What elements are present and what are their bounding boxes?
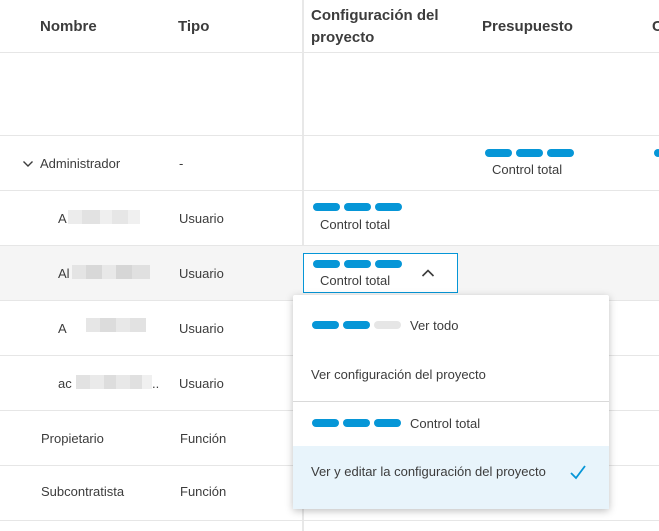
row-name: Propietario	[41, 431, 104, 446]
row-type: Función	[180, 484, 227, 499]
permission-select[interactable]: Control total	[303, 253, 458, 293]
row-name: Subcontratista	[41, 484, 125, 499]
column-header-type[interactable]: Tipo	[178, 18, 209, 35]
dropdown-option-view-edit-config[interactable]: Ver y editar la configuración del proyec…	[293, 446, 609, 509]
row-name: A	[58, 211, 67, 226]
dropdown-option-view-config[interactable]: Ver configuración del proyecto	[293, 353, 609, 401]
column-header-name[interactable]: Nombre	[40, 18, 97, 35]
table-row-empty	[0, 53, 659, 136]
column-header-next[interactable]: C	[652, 18, 659, 35]
row-type: Usuario	[179, 211, 224, 226]
row-name: A	[58, 321, 67, 336]
redacted-name	[68, 210, 140, 224]
dropdown-option-full-control[interactable]: Control total	[293, 402, 609, 446]
row-type: Usuario	[179, 321, 224, 336]
row-type: Usuario	[179, 376, 224, 391]
chevron-up-icon[interactable]	[421, 268, 435, 278]
table-row[interactable]: Administrador - Control total	[0, 136, 659, 191]
permission-level-indicator	[312, 321, 401, 329]
dropdown-option-label: Ver configuración del proyecto	[311, 367, 486, 382]
permission-level-indicator	[313, 260, 402, 268]
table-row[interactable]: A Usuario Control total	[0, 191, 659, 246]
row-name: Administrador	[40, 156, 121, 171]
row-name-ellipsis: ..	[152, 376, 160, 391]
redacted-name	[86, 318, 146, 332]
chevron-down-icon[interactable]	[22, 158, 34, 170]
permission-level-indicator-partial	[654, 149, 659, 157]
row-type: Función	[180, 431, 227, 446]
row-name: Al	[58, 266, 70, 281]
permission-level-indicator	[313, 203, 402, 211]
redacted-name	[72, 265, 150, 279]
column-header-config-line2[interactable]: proyecto	[311, 29, 374, 46]
checkmark-icon	[570, 465, 586, 480]
dropdown-option-label: Ver todo	[410, 318, 459, 333]
row-type: -	[179, 156, 184, 171]
dropdown-option-label: Control total	[410, 416, 481, 431]
row-name: ac	[58, 376, 72, 391]
table-header: Nombre Tipo Configuración del proyecto P…	[0, 0, 659, 53]
redacted-name	[76, 375, 152, 389]
dropdown-option-view-all[interactable]: Ver todo	[293, 295, 609, 353]
permission-label: Control total	[492, 162, 563, 177]
permission-dropdown-menu: Ver todo Ver configuración del proyecto …	[293, 295, 609, 509]
column-header-config-line1[interactable]: Configuración del	[311, 7, 439, 24]
permission-level-indicator	[312, 419, 401, 427]
dropdown-option-label: Ver y editar la configuración del proyec…	[311, 464, 546, 479]
permission-select-value: Control total	[320, 273, 391, 288]
row-type: Usuario	[179, 266, 224, 281]
permission-level-indicator	[485, 149, 574, 157]
permission-label: Control total	[320, 217, 391, 232]
column-header-budget[interactable]: Presupuesto	[482, 18, 573, 35]
